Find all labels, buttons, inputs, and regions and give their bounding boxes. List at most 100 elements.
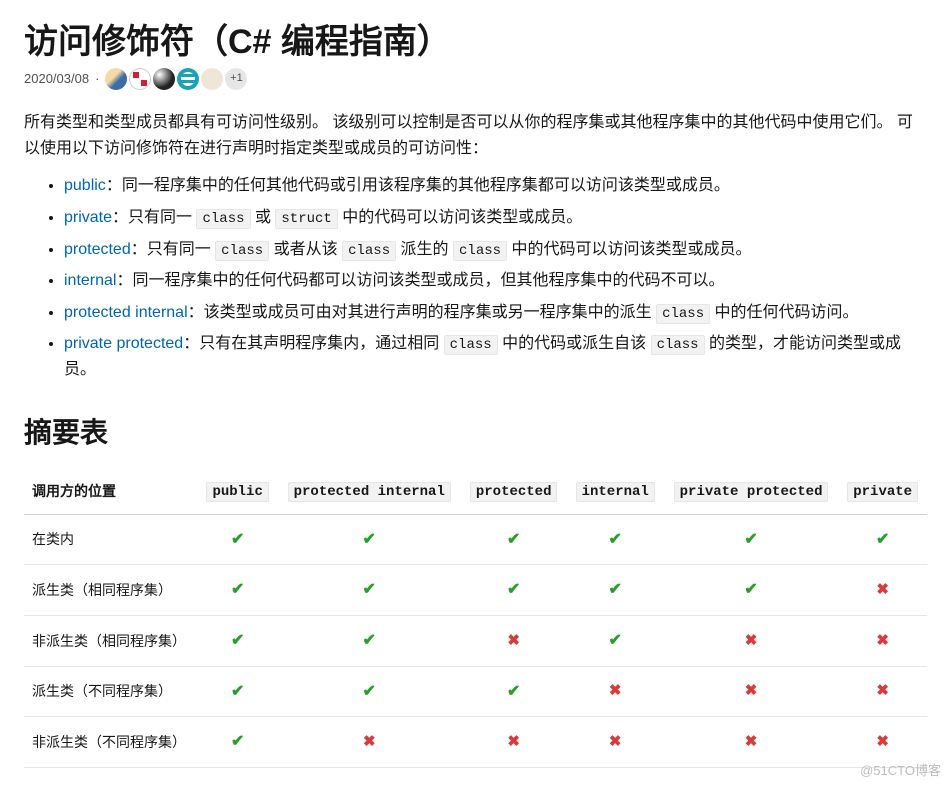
check-icon: ✔ bbox=[231, 581, 244, 598]
modifier-item: protected：只有同一 class 或者从该 class 派生的 clas… bbox=[64, 237, 927, 263]
inline-code: class bbox=[651, 335, 705, 355]
avatar[interactable] bbox=[153, 68, 175, 90]
access-cell: ✔ bbox=[664, 514, 838, 565]
row-label: 派生类（不同程序集） bbox=[24, 666, 198, 717]
access-cell: ✖ bbox=[664, 717, 838, 768]
summary-heading: 摘要表 bbox=[24, 411, 927, 456]
modifier-link[interactable]: protected internal bbox=[64, 304, 188, 321]
cross-icon: ✖ bbox=[507, 632, 520, 649]
more-contributors-badge[interactable]: +1 bbox=[225, 68, 247, 90]
inline-code: protected internal bbox=[288, 482, 451, 502]
inline-code: internal bbox=[576, 482, 655, 502]
avatar[interactable] bbox=[177, 68, 199, 90]
check-icon: ✔ bbox=[363, 531, 376, 548]
inline-code: class bbox=[656, 304, 710, 324]
access-cell: ✔ bbox=[461, 666, 567, 717]
access-cell: ✔ bbox=[278, 615, 461, 666]
access-cell: ✔ bbox=[278, 666, 461, 717]
check-icon: ✔ bbox=[231, 683, 244, 700]
modifier-item: private protected：只有在其声明程序集内，通过相同 class … bbox=[64, 331, 927, 382]
access-cell: ✔ bbox=[198, 666, 278, 717]
access-cell: ✖ bbox=[461, 615, 567, 666]
access-cell: ✔ bbox=[278, 514, 461, 565]
table-row: 在类内✔✔✔✔✔✔ bbox=[24, 514, 927, 565]
article-date: 2020/03/08 bbox=[24, 69, 89, 90]
row-label: 非派生类（相同程序集） bbox=[24, 615, 198, 666]
modifier-link[interactable]: protected bbox=[64, 241, 131, 258]
check-icon: ✔ bbox=[876, 531, 889, 548]
cross-icon: ✖ bbox=[609, 733, 622, 750]
modifier-link[interactable]: public bbox=[64, 177, 106, 194]
modifier-link[interactable]: internal bbox=[64, 272, 116, 289]
cross-icon: ✖ bbox=[609, 682, 622, 699]
avatar[interactable] bbox=[129, 68, 151, 90]
access-cell: ✔ bbox=[567, 565, 664, 616]
check-icon: ✔ bbox=[231, 632, 244, 649]
check-icon: ✔ bbox=[363, 683, 376, 700]
modifier-item: internal：同一程序集中的任何代码都可以访问该类型或成员，但其他程序集中的… bbox=[64, 268, 927, 294]
access-cell: ✖ bbox=[838, 565, 927, 616]
row-label: 非派生类（不同程序集） bbox=[24, 717, 198, 768]
table-col-header: protected bbox=[461, 469, 567, 514]
check-icon: ✔ bbox=[507, 531, 520, 548]
access-cell: ✔ bbox=[198, 717, 278, 768]
inline-code: class bbox=[444, 335, 498, 355]
access-cell: ✔ bbox=[838, 514, 927, 565]
modifier-item: public：同一程序集中的任何其他代码或引用该程序集的其他程序集都可以访问该类… bbox=[64, 173, 927, 199]
avatar[interactable] bbox=[201, 68, 223, 90]
cross-icon: ✖ bbox=[876, 733, 889, 750]
cross-icon: ✖ bbox=[507, 733, 520, 750]
access-cell: ✔ bbox=[461, 565, 567, 616]
table-row: 派生类（相同程序集）✔✔✔✔✔✖ bbox=[24, 565, 927, 616]
access-cell: ✖ bbox=[461, 717, 567, 768]
access-cell: ✔ bbox=[567, 514, 664, 565]
check-icon: ✔ bbox=[231, 531, 244, 548]
summary-table: 调用方的位置 public protected internal protected i… bbox=[24, 469, 927, 767]
check-icon: ✔ bbox=[507, 581, 520, 598]
table-row: 派生类（不同程序集） ✔ ✔ ✔ ✖ ✖ ✖ bbox=[24, 666, 927, 717]
access-cell: ✔ bbox=[278, 565, 461, 616]
cross-icon: ✖ bbox=[876, 682, 889, 699]
access-cell: ✔ bbox=[461, 514, 567, 565]
table-row-header: 调用方的位置 bbox=[24, 469, 198, 514]
access-cell: ✖ bbox=[838, 666, 927, 717]
access-cell: ✔ bbox=[198, 565, 278, 616]
cross-icon: ✖ bbox=[745, 682, 758, 699]
access-cell: ✖ bbox=[567, 717, 664, 768]
cross-icon: ✖ bbox=[745, 632, 758, 649]
table-row: 非派生类（不同程序集）✔ ✖ ✖ ✖ ✖ ✖ bbox=[24, 717, 927, 768]
inline-code: public bbox=[206, 482, 268, 502]
table-col-header: public bbox=[198, 469, 278, 514]
access-cell: ✖ bbox=[838, 717, 927, 768]
meta-separator: · bbox=[95, 69, 99, 90]
check-icon: ✔ bbox=[507, 683, 520, 700]
modifier-link[interactable]: private protected bbox=[64, 335, 183, 352]
avatar[interactable] bbox=[105, 68, 127, 90]
article-meta: 2020/03/08 · +1 bbox=[24, 68, 927, 90]
inline-code: private bbox=[847, 482, 918, 502]
cross-icon: ✖ bbox=[876, 632, 889, 649]
access-cell: ✔ bbox=[567, 615, 664, 666]
access-cell: ✖ bbox=[278, 717, 461, 768]
modifier-link[interactable]: private bbox=[64, 209, 112, 226]
check-icon: ✔ bbox=[363, 632, 376, 649]
page-title: 访问修饰符（C# 编程指南） bbox=[24, 20, 927, 64]
table-col-header: protected internal bbox=[278, 469, 461, 514]
cross-icon: ✖ bbox=[363, 733, 376, 750]
contributor-avatars: +1 bbox=[105, 68, 247, 90]
check-icon: ✔ bbox=[609, 632, 622, 649]
cross-icon: ✖ bbox=[745, 733, 758, 750]
watermark: @51CTO博客 bbox=[860, 761, 941, 782]
table-col-header: private bbox=[838, 469, 927, 514]
inline-code: class bbox=[196, 209, 250, 229]
row-label: 派生类（相同程序集） bbox=[24, 565, 198, 616]
check-icon: ✔ bbox=[363, 581, 376, 598]
access-cell: ✖ bbox=[567, 666, 664, 717]
access-cell: ✖ bbox=[664, 666, 838, 717]
modifier-item: private：只有同一 class 或 struct 中的代码可以访问该类型或… bbox=[64, 205, 927, 231]
table-col-header: internal bbox=[567, 469, 664, 514]
access-cell: ✖ bbox=[664, 615, 838, 666]
table-row: 非派生类（相同程序集） ✔ ✔ ✖ ✔ ✖ ✖ bbox=[24, 615, 927, 666]
access-cell: ✔ bbox=[198, 514, 278, 565]
inline-code: class bbox=[342, 241, 396, 261]
